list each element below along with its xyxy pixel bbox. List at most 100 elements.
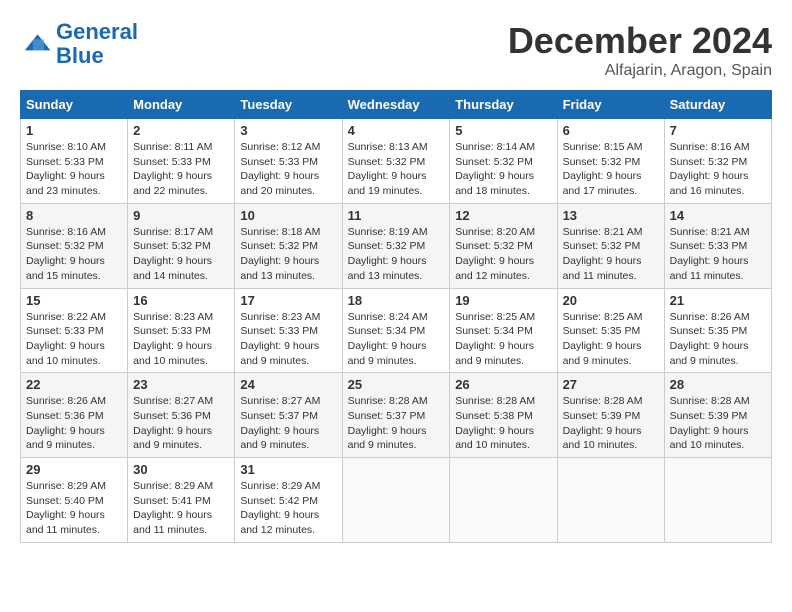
sunrise-label: Sunrise: 8:28 AM: [348, 395, 428, 407]
sunrise-label: Sunrise: 8:13 AM: [348, 141, 428, 153]
day-info: Sunrise: 8:29 AM Sunset: 5:42 PM Dayligh…: [240, 479, 336, 538]
sunset-label: Sunset: 5:32 PM: [563, 240, 641, 252]
day-number: 8: [26, 208, 122, 223]
sunset-label: Sunset: 5:32 PM: [133, 240, 211, 252]
day-number: 10: [240, 208, 336, 223]
day-number: 28: [670, 377, 766, 392]
day-number: 3: [240, 123, 336, 138]
daylight-label: Daylight: 9 hours and 15 minutes.: [26, 255, 105, 282]
day-info: Sunrise: 8:28 AM Sunset: 5:39 PM Dayligh…: [563, 394, 659, 453]
sunset-label: Sunset: 5:32 PM: [348, 156, 426, 168]
day-info: Sunrise: 8:21 AM Sunset: 5:32 PM Dayligh…: [563, 225, 659, 284]
sunrise-label: Sunrise: 8:17 AM: [133, 226, 213, 238]
day-number: 14: [670, 208, 766, 223]
daylight-label: Daylight: 9 hours and 17 minutes.: [563, 170, 642, 197]
day-info: Sunrise: 8:19 AM Sunset: 5:32 PM Dayligh…: [348, 225, 445, 284]
sunset-label: Sunset: 5:32 PM: [563, 156, 641, 168]
daylight-label: Daylight: 9 hours and 23 minutes.: [26, 170, 105, 197]
sunset-label: Sunset: 5:33 PM: [26, 156, 104, 168]
sunrise-label: Sunrise: 8:19 AM: [348, 226, 428, 238]
sunrise-label: Sunrise: 8:28 AM: [670, 395, 750, 407]
daylight-label: Daylight: 9 hours and 18 minutes.: [455, 170, 534, 197]
day-info: Sunrise: 8:27 AM Sunset: 5:36 PM Dayligh…: [133, 394, 229, 453]
sunset-label: Sunset: 5:35 PM: [670, 325, 748, 337]
sunset-label: Sunset: 5:32 PM: [348, 240, 426, 252]
day-number: 19: [455, 293, 551, 308]
sunrise-label: Sunrise: 8:29 AM: [26, 480, 106, 492]
sunrise-label: Sunrise: 8:16 AM: [670, 141, 750, 153]
daylight-label: Daylight: 9 hours and 11 minutes.: [133, 509, 212, 536]
sunset-label: Sunset: 5:38 PM: [455, 410, 533, 422]
header: General Blue December 2024 Alfajarin, Ar…: [20, 20, 772, 80]
calendar-cell: 19 Sunrise: 8:25 AM Sunset: 5:34 PM Dayl…: [450, 288, 557, 373]
day-number: 23: [133, 377, 229, 392]
calendar-header-row: SundayMondayTuesdayWednesdayThursdayFrid…: [21, 91, 772, 119]
calendar-cell: 2 Sunrise: 8:11 AM Sunset: 5:33 PM Dayli…: [128, 119, 235, 204]
sunset-label: Sunset: 5:32 PM: [455, 240, 533, 252]
sunrise-label: Sunrise: 8:25 AM: [455, 311, 535, 323]
day-info: Sunrise: 8:10 AM Sunset: 5:33 PM Dayligh…: [26, 140, 122, 199]
calendar-cell: 22 Sunrise: 8:26 AM Sunset: 5:36 PM Dayl…: [21, 373, 128, 458]
daylight-label: Daylight: 9 hours and 9 minutes.: [348, 340, 427, 367]
sunset-label: Sunset: 5:32 PM: [670, 156, 748, 168]
day-info: Sunrise: 8:16 AM Sunset: 5:32 PM Dayligh…: [670, 140, 766, 199]
daylight-label: Daylight: 9 hours and 13 minutes.: [240, 255, 319, 282]
day-number: 9: [133, 208, 229, 223]
day-number: 24: [240, 377, 336, 392]
calendar-cell: 8 Sunrise: 8:16 AM Sunset: 5:32 PM Dayli…: [21, 203, 128, 288]
day-number: 2: [133, 123, 229, 138]
calendar-cell: [450, 458, 557, 543]
daylight-label: Daylight: 9 hours and 11 minutes.: [563, 255, 642, 282]
daylight-label: Daylight: 9 hours and 22 minutes.: [133, 170, 212, 197]
sunrise-label: Sunrise: 8:29 AM: [133, 480, 213, 492]
sunset-label: Sunset: 5:40 PM: [26, 495, 104, 507]
title-area: December 2024 Alfajarin, Aragon, Spain: [508, 20, 772, 80]
daylight-label: Daylight: 9 hours and 11 minutes.: [26, 509, 105, 536]
calendar-cell: [664, 458, 771, 543]
day-info: Sunrise: 8:16 AM Sunset: 5:32 PM Dayligh…: [26, 225, 122, 284]
day-number: 20: [563, 293, 659, 308]
day-info: Sunrise: 8:18 AM Sunset: 5:32 PM Dayligh…: [240, 225, 336, 284]
day-number: 4: [348, 123, 445, 138]
daylight-label: Daylight: 9 hours and 16 minutes.: [670, 170, 749, 197]
day-info: Sunrise: 8:13 AM Sunset: 5:32 PM Dayligh…: [348, 140, 445, 199]
logo-icon: [20, 28, 52, 60]
sunset-label: Sunset: 5:33 PM: [26, 325, 104, 337]
sunrise-label: Sunrise: 8:28 AM: [563, 395, 643, 407]
day-info: Sunrise: 8:22 AM Sunset: 5:33 PM Dayligh…: [26, 310, 122, 369]
daylight-label: Daylight: 9 hours and 9 minutes.: [26, 425, 105, 452]
daylight-label: Daylight: 9 hours and 13 minutes.: [348, 255, 427, 282]
sunset-label: Sunset: 5:32 PM: [26, 240, 104, 252]
day-info: Sunrise: 8:29 AM Sunset: 5:41 PM Dayligh…: [133, 479, 229, 538]
sunrise-label: Sunrise: 8:21 AM: [670, 226, 750, 238]
calendar-cell: 26 Sunrise: 8:28 AM Sunset: 5:38 PM Dayl…: [450, 373, 557, 458]
day-info: Sunrise: 8:12 AM Sunset: 5:33 PM Dayligh…: [240, 140, 336, 199]
sunrise-label: Sunrise: 8:29 AM: [240, 480, 320, 492]
calendar-week-1: 1 Sunrise: 8:10 AM Sunset: 5:33 PM Dayli…: [21, 119, 772, 204]
calendar-cell: 15 Sunrise: 8:22 AM Sunset: 5:33 PM Dayl…: [21, 288, 128, 373]
calendar-cell: [557, 458, 664, 543]
day-number: 15: [26, 293, 122, 308]
sunset-label: Sunset: 5:33 PM: [133, 156, 211, 168]
calendar-cell: 13 Sunrise: 8:21 AM Sunset: 5:32 PM Dayl…: [557, 203, 664, 288]
day-header-thursday: Thursday: [450, 91, 557, 119]
daylight-label: Daylight: 9 hours and 14 minutes.: [133, 255, 212, 282]
day-number: 7: [670, 123, 766, 138]
daylight-label: Daylight: 9 hours and 9 minutes.: [240, 425, 319, 452]
logo: General Blue: [20, 20, 138, 68]
sunrise-label: Sunrise: 8:16 AM: [26, 226, 106, 238]
day-number: 1: [26, 123, 122, 138]
day-info: Sunrise: 8:29 AM Sunset: 5:40 PM Dayligh…: [26, 479, 122, 538]
calendar-cell: 18 Sunrise: 8:24 AM Sunset: 5:34 PM Dayl…: [342, 288, 450, 373]
daylight-label: Daylight: 9 hours and 10 minutes.: [133, 340, 212, 367]
calendar-cell: 23 Sunrise: 8:27 AM Sunset: 5:36 PM Dayl…: [128, 373, 235, 458]
daylight-label: Daylight: 9 hours and 12 minutes.: [455, 255, 534, 282]
sunset-label: Sunset: 5:32 PM: [240, 240, 318, 252]
day-info: Sunrise: 8:26 AM Sunset: 5:35 PM Dayligh…: [670, 310, 766, 369]
sunrise-label: Sunrise: 8:28 AM: [455, 395, 535, 407]
sunrise-label: Sunrise: 8:15 AM: [563, 141, 643, 153]
day-info: Sunrise: 8:14 AM Sunset: 5:32 PM Dayligh…: [455, 140, 551, 199]
calendar-cell: 25 Sunrise: 8:28 AM Sunset: 5:37 PM Dayl…: [342, 373, 450, 458]
calendar-cell: 9 Sunrise: 8:17 AM Sunset: 5:32 PM Dayli…: [128, 203, 235, 288]
calendar-cell: 12 Sunrise: 8:20 AM Sunset: 5:32 PM Dayl…: [450, 203, 557, 288]
